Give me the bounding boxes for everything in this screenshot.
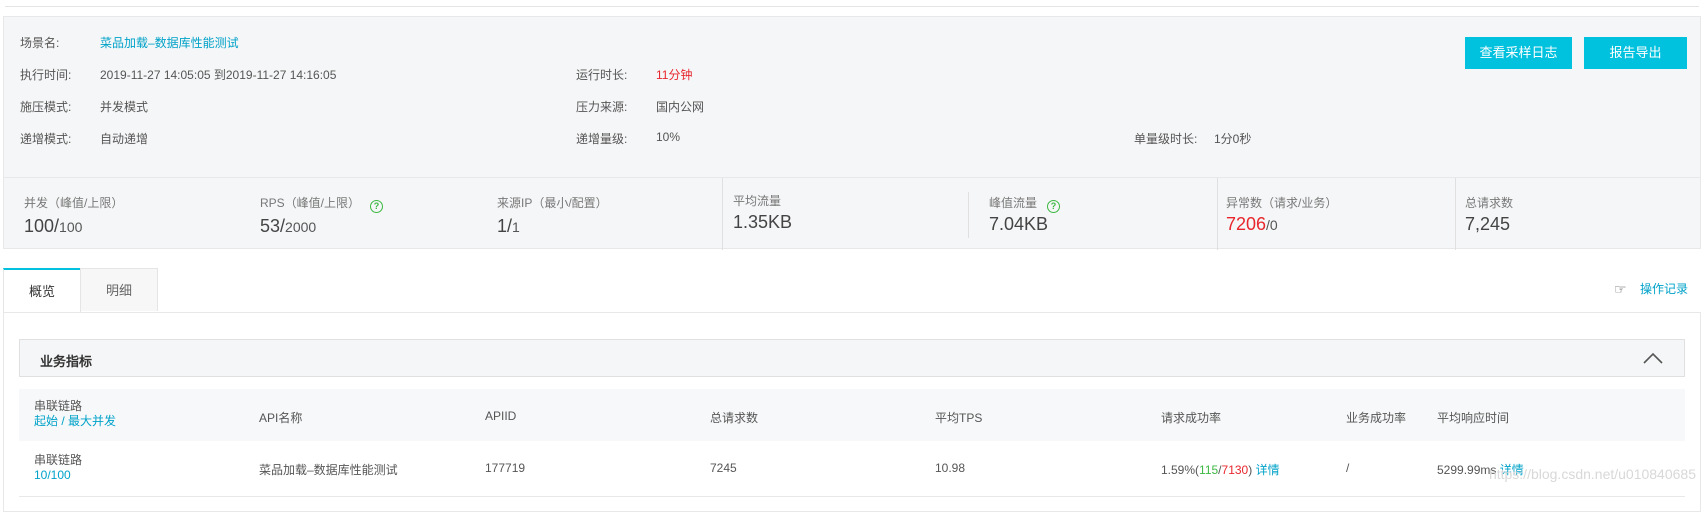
operation-log-label: 操作记录: [1639, 282, 1688, 296]
col-apiid: APIID: [485, 409, 517, 423]
help-icon[interactable]: ?: [370, 200, 384, 213]
col-chain-sub: 起始 / 最大并发: [34, 414, 117, 428]
stat-value: 1.35KB: [733, 212, 793, 232]
stat-divider: [968, 192, 969, 238]
col-avg-response: 平均响应时间: [1437, 411, 1510, 425]
ramp-level-row: 递增量级: 10%: [576, 130, 680, 147]
stat-divider: [1455, 178, 1456, 250]
col-request-success: 请求成功率: [1161, 411, 1222, 425]
tab-detail[interactable]: 明细: [80, 268, 158, 311]
stat-value: 53/2000: [260, 216, 317, 236]
ramp-level-label: 递增量级:: [576, 132, 628, 146]
pressure-mode-label: 施压模式:: [20, 100, 72, 114]
exec-time-value: 2019-11-27 14:05:05 到2019-11-27 14:16:05: [100, 68, 337, 82]
ramp-mode-row: 递增模式: 自动递增: [20, 130, 148, 147]
export-report-button[interactable]: 报告导出: [1584, 37, 1687, 69]
table-header: 串联链路 起始 / 最大并发 API名称 APIID 总请求数 平均TPS 请求…: [19, 389, 1685, 441]
stat-value: 100/100: [24, 216, 83, 236]
table-row: 串联链路 10/100 菜品加载–数据库性能测试 177719 7245 10.…: [19, 441, 1685, 497]
exec-time-label: 执行时间:: [20, 68, 72, 82]
single-level-row: 单量级时长: 1分0秒: [1134, 130, 1251, 147]
stat-label: RPS（峰值/上限）?: [260, 194, 384, 213]
run-duration-label: 运行时长:: [576, 68, 628, 82]
cell-api-name: 菜品加载–数据库性能测试: [259, 463, 398, 477]
scene-name-label: 场景名:: [20, 36, 60, 50]
chevron-up-icon[interactable]: [1642, 348, 1664, 368]
cell-total-requests: 7245: [710, 461, 737, 475]
cell-request-success: 1.59%(115/7130) 详情: [1161, 463, 1280, 477]
stat-label: 平均流量: [733, 194, 782, 208]
col-avg-tps: 平均TPS: [935, 411, 983, 425]
business-metrics-header[interactable]: 业务指标: [19, 339, 1685, 377]
run-duration-value: 11分钟: [656, 68, 693, 82]
exec-time-row: 执行时间: 2019-11-27 14:05:05 到2019-11-27 14…: [20, 66, 336, 83]
stat-label: 并发（峰值/上限）: [24, 196, 124, 210]
ramp-level-value: 10%: [656, 130, 681, 144]
stat-value: 1/1: [497, 216, 520, 236]
col-total-requests: 总请求数: [710, 411, 759, 425]
stat-label: 来源IP（最小/配置）: [497, 196, 608, 210]
col-api-name: API名称: [259, 411, 303, 425]
top-divider: [5, 6, 1699, 7]
col-chain: 串联链路 起始 / 最大并发: [34, 399, 117, 428]
ramp-mode-label: 递增模式:: [20, 132, 72, 146]
stat-divider: [722, 178, 723, 250]
cell-chain-sub: 10/100: [34, 468, 71, 482]
scene-info-panel: 场景名: 菜品加载–数据库性能测试 执行时间: 2019-11-27 14:05…: [3, 16, 1701, 250]
request-success-detail-link[interactable]: 详情: [1256, 463, 1280, 477]
pressure-mode-value: 并发模式: [100, 100, 149, 114]
pressure-source-value: 国内公网: [656, 100, 705, 114]
stat-value: 7,245: [1465, 214, 1511, 234]
pressure-mode-row: 施压模式: 并发模式: [20, 98, 148, 115]
scene-name-row: 场景名: 菜品加载–数据库性能测试: [20, 34, 239, 51]
run-duration-row: 运行时长: 11分钟: [576, 66, 692, 83]
pressure-source-label: 压力来源:: [576, 100, 628, 114]
cell-business-success: /: [1346, 461, 1350, 475]
scene-name-link[interactable]: 菜品加载–数据库性能测试: [100, 34, 239, 51]
single-level-label: 单量级时长:: [1134, 132, 1198, 146]
watermark: https://blog.csdn.net/u010840685: [1488, 466, 1696, 482]
col-business-success: 业务成功率: [1346, 411, 1407, 425]
stat-value: 7.04KB: [989, 214, 1049, 234]
stats-bar: 并发（峰值/上限） 100/100 RPS（峰值/上限）? 53/2000 来源…: [4, 177, 1700, 250]
single-level-value: 1分0秒: [1214, 132, 1252, 146]
stat-divider: [1217, 178, 1218, 250]
help-icon[interactable]: ?: [1047, 200, 1061, 213]
tab-overview[interactable]: 概览: [3, 268, 81, 313]
operation-log-link[interactable]: ☞ 操作记录: [1614, 280, 1688, 297]
view-sample-log-button[interactable]: 查看采样日志: [1465, 37, 1572, 69]
ramp-mode-value: 自动递增: [100, 132, 149, 146]
cell-avg-tps: 10.98: [935, 461, 966, 475]
stat-label: 异常数（请求/业务）: [1226, 196, 1338, 210]
cell-chain: 串联链路 10/100: [34, 453, 83, 482]
overview-panel: 业务指标 串联链路 起始 / 最大并发 API名称 APIID 总请求数 平均T…: [3, 312, 1701, 512]
pressure-source-row: 压力来源: 国内公网: [576, 98, 704, 115]
section-title: 业务指标: [40, 354, 93, 369]
stat-value: 7206/0: [1226, 214, 1278, 234]
stat-label: 总请求数: [1465, 196, 1514, 210]
pointing-hand-icon: ☞: [1613, 281, 1627, 297]
stat-label: 峰值流量?: [989, 194, 1061, 213]
cell-apiid: 177719: [485, 461, 526, 475]
